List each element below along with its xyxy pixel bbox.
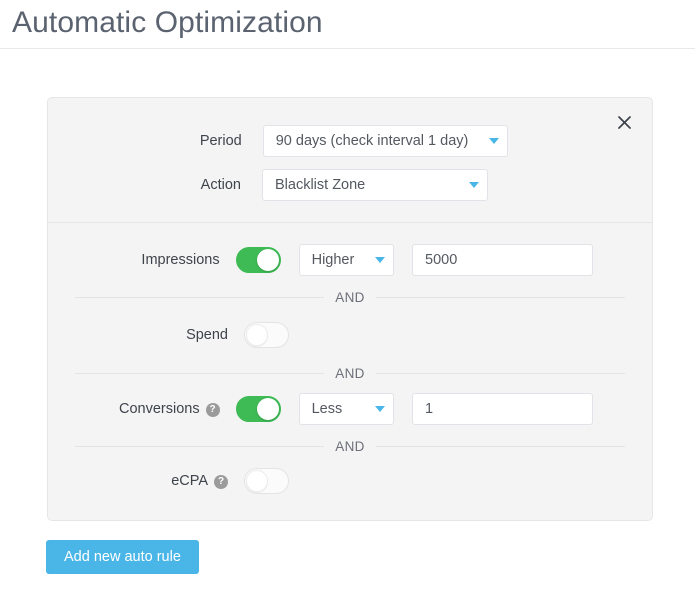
divider-line-right <box>376 297 625 298</box>
help-icon[interactable]: ? <box>206 403 220 417</box>
impressions-toggle[interactable] <box>236 247 281 273</box>
condition-row-spend: Spend <box>48 322 348 348</box>
period-label: Period <box>48 133 242 149</box>
chevron-down-icon <box>375 406 385 412</box>
period-select-value: 90 days (check interval 1 day) <box>276 133 481 149</box>
page-title: Automatic Optimization <box>12 6 323 40</box>
add-new-auto-rule-button[interactable]: Add new auto rule <box>46 540 199 574</box>
divider-line-left <box>75 446 324 447</box>
condition-row-conversions: Conversions ? Less <box>48 393 593 425</box>
action-label: Action <box>48 177 241 193</box>
and-label: AND <box>324 439 375 454</box>
chevron-down-icon <box>375 257 385 263</box>
and-label: AND <box>324 290 375 305</box>
help-icon[interactable]: ? <box>214 475 228 489</box>
auto-rule-panel: Period 90 days (check interval 1 day) Ac… <box>47 97 653 521</box>
action-row: Action Blacklist Zone <box>48 169 488 201</box>
conversions-label: Conversions ? <box>48 401 220 417</box>
divider-line-right <box>376 373 625 374</box>
divider-line-left <box>75 373 324 374</box>
rule-settings-section: Period 90 days (check interval 1 day) Ac… <box>48 98 652 222</box>
period-select[interactable]: 90 days (check interval 1 day) <box>263 125 508 157</box>
conversions-toggle[interactable] <box>236 396 281 422</box>
divider-line-left <box>75 297 324 298</box>
header-divider <box>0 48 695 49</box>
divider-line-right <box>376 446 625 447</box>
section-divider <box>48 222 652 223</box>
conversions-operator-select[interactable]: Less <box>299 393 394 425</box>
action-select-value: Blacklist Zone <box>275 177 461 193</box>
conversions-operator-value: Less <box>312 401 367 417</box>
and-divider-1: AND <box>75 289 625 305</box>
and-label: AND <box>324 366 375 381</box>
action-select[interactable]: Blacklist Zone <box>262 169 488 201</box>
ecpa-label-text: eCPA <box>171 473 208 489</box>
conversions-value-input[interactable] <box>412 393 593 425</box>
help-icon-glyph: ? <box>210 405 216 415</box>
condition-row-impressions: Impressions Higher <box>48 244 593 276</box>
automatic-optimization-page: Automatic Optimization Period 90 days (c… <box>0 0 695 600</box>
spend-label: Spend <box>48 327 228 343</box>
ecpa-toggle[interactable] <box>244 468 289 494</box>
toggle-knob <box>246 324 268 346</box>
spend-toggle[interactable] <box>244 322 289 348</box>
ecpa-label: eCPA ? <box>48 473 228 489</box>
condition-row-ecpa: eCPA ? <box>48 468 348 494</box>
toggle-knob <box>257 249 279 271</box>
period-row: Period 90 days (check interval 1 day) <box>48 125 508 157</box>
conversions-label-text: Conversions <box>119 401 200 417</box>
chevron-down-icon <box>489 138 499 144</box>
impressions-operator-value: Higher <box>312 252 367 268</box>
impressions-label: Impressions <box>48 252 220 268</box>
impressions-operator-select[interactable]: Higher <box>299 244 394 276</box>
and-divider-2: AND <box>75 365 625 381</box>
chevron-down-icon <box>469 182 479 188</box>
toggle-knob <box>257 398 279 420</box>
and-divider-3: AND <box>75 438 625 454</box>
impressions-value-input[interactable] <box>412 244 593 276</box>
help-icon-glyph: ? <box>218 477 224 487</box>
toggle-knob <box>246 470 268 492</box>
